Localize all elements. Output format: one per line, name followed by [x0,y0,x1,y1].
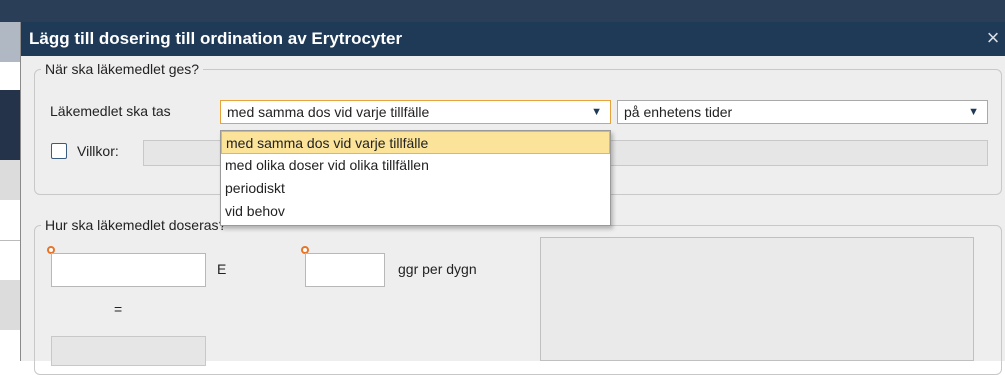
total-dose-field [51,336,206,366]
dose-mode-option[interactable]: med olika doser vid olika tillfällen [221,154,610,177]
dose-mode-option[interactable]: periodiskt [221,177,610,200]
timing-select[interactable]: på enhetens tider ▼ [617,100,988,124]
dose-mode-dropdown-list: med samma dos vid varje tillfälle med ol… [220,130,611,226]
timing-selected: på enhetens tider [624,104,733,120]
take-label: Läkemedlet ska tas [50,103,171,119]
background-app-panel-grey [0,160,20,200]
conditions-label: Villkor: [77,143,119,159]
dose-mode-select[interactable]: med samma dos vid varje tillfälle ▼ [220,100,611,124]
when-group-legend: När ska läkemedlet ges? [41,61,204,77]
close-icon[interactable]: × [983,26,1003,50]
background-app-divider [0,240,20,241]
equals-sign: = [114,301,123,317]
background-app-panel-dark [0,90,20,160]
frequency-unit-label: ggr per dygn [398,261,477,277]
background-app-titlebar [0,0,1005,22]
dose-amount-input[interactable] [51,253,206,287]
dosing-preview-panel [540,237,974,361]
dose-unit-label: E [217,261,227,277]
dose-mode-option[interactable]: med samma dos vid varje tillfälle [221,131,610,154]
chevron-down-icon[interactable]: ▼ [591,101,602,123]
background-app-panel-grey-2 [0,280,20,330]
add-dosage-dialog: Lägg till dosering till ordination av Er… [20,22,1005,375]
background-app-panel [0,22,20,62]
frequency-input[interactable] [305,253,385,287]
chevron-down-icon[interactable]: ▼ [968,101,979,123]
dialog-titlebar: Lägg till dosering till ordination av Er… [21,22,1005,56]
dosing-group-legend: Hur ska läkemedlet doseras? [41,217,231,233]
dose-mode-option[interactable]: vid behov [221,200,610,223]
dialog-title: Lägg till dosering till ordination av Er… [29,29,403,48]
dose-mode-selected: med samma dos vid varje tillfälle [227,104,430,120]
conditions-checkbox[interactable] [51,143,67,159]
